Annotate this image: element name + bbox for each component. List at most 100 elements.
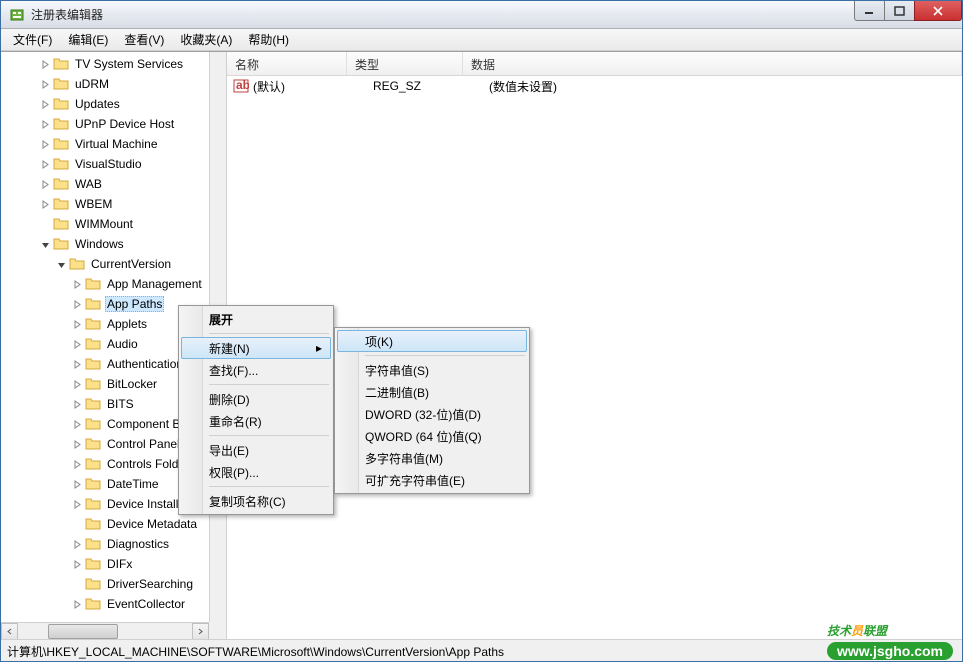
folder-icon [85, 596, 101, 612]
expand-icon[interactable] [39, 138, 51, 150]
menu-item[interactable]: 复制项名称(C) [181, 490, 331, 512]
tree-node[interactable]: TV System Services [1, 54, 226, 74]
expand-icon[interactable] [39, 78, 51, 90]
tree-node[interactable]: App Management [1, 274, 226, 294]
menu-item[interactable]: 权限(P)... [181, 461, 331, 483]
menu-file[interactable]: 文件(F) [5, 29, 60, 50]
expand-icon[interactable] [71, 558, 83, 570]
expand-icon[interactable] [39, 178, 51, 190]
menu-item[interactable]: 重命名(R) [181, 410, 331, 432]
folder-icon [85, 416, 101, 432]
folder-icon [53, 196, 69, 212]
scrollbar-corner [209, 622, 226, 639]
value-row[interactable]: ab(默认)REG_SZ(数值未设置) [227, 76, 962, 96]
expand-icon[interactable] [71, 438, 83, 450]
tree-node[interactable]: DriverSearching [1, 574, 226, 594]
tree-node[interactable]: UPnP Device Host [1, 114, 226, 134]
expand-icon[interactable] [71, 478, 83, 490]
collapse-icon[interactable] [55, 258, 67, 270]
menu-help[interactable]: 帮助(H) [240, 29, 297, 50]
submenu-arrow-icon: ▸ [316, 341, 322, 355]
expand-icon[interactable] [71, 398, 83, 410]
tree-node[interactable]: Virtual Machine [1, 134, 226, 154]
expand-icon[interactable] [71, 418, 83, 430]
menu-view[interactable]: 查看(V) [116, 29, 172, 50]
expand-icon[interactable] [71, 378, 83, 390]
header-name[interactable]: 名称 [227, 52, 347, 75]
expand-icon[interactable] [71, 458, 83, 470]
folder-icon [85, 296, 101, 312]
titlebar[interactable]: 注册表编辑器 [1, 1, 962, 29]
expand-icon[interactable] [39, 198, 51, 210]
menu-edit[interactable]: 编辑(E) [60, 29, 116, 50]
menu-separator [209, 384, 329, 385]
menu-item[interactable]: 新建(N)▸ [181, 337, 331, 359]
tree-node-label: Windows [73, 236, 126, 252]
scroll-thumb-horizontal[interactable] [48, 624, 118, 639]
tree-node-label: CurrentVersion [89, 256, 173, 272]
expand-icon[interactable] [39, 118, 51, 130]
scroll-right-button[interactable] [192, 623, 209, 640]
menu-item[interactable]: 二进制值(B) [337, 381, 527, 403]
folder-icon [85, 576, 101, 592]
menu-item[interactable]: 项(K) [337, 330, 527, 352]
svg-text:ab: ab [236, 78, 249, 92]
expand-icon[interactable] [71, 358, 83, 370]
expand-icon[interactable] [71, 298, 83, 310]
folder-icon [85, 456, 101, 472]
menu-item[interactable]: DWORD (32-位)值(D) [337, 403, 527, 425]
tree-node-label: App Paths [105, 296, 164, 312]
tree-node-label: Control Panel [105, 436, 182, 452]
expand-icon[interactable] [39, 58, 51, 70]
menu-item[interactable]: 查找(F)... [181, 359, 331, 381]
tree-node-label: App Management [105, 276, 204, 292]
tree-node[interactable]: CurrentVersion [1, 254, 226, 274]
expand-icon[interactable] [71, 278, 83, 290]
list-header: 名称 类型 数据 [227, 52, 962, 76]
expand-icon[interactable] [39, 98, 51, 110]
menu-item[interactable]: 可扩充字符串值(E) [337, 469, 527, 491]
expand-icon [39, 218, 51, 230]
menu-item[interactable]: 字符串值(S) [337, 359, 527, 381]
scroll-left-button[interactable] [1, 623, 18, 640]
tree-node[interactable]: VisualStudio [1, 154, 226, 174]
header-type[interactable]: 类型 [347, 52, 463, 75]
tree-node-label: Device Metadata [105, 516, 199, 532]
tree-node[interactable]: Updates [1, 94, 226, 114]
tree-node[interactable]: EventCollector [1, 594, 226, 614]
tree-node[interactable]: WAB [1, 174, 226, 194]
tree-node-label: UPnP Device Host [73, 116, 176, 132]
expand-icon[interactable] [71, 538, 83, 550]
tree-node[interactable]: Windows [1, 234, 226, 254]
collapse-icon[interactable] [39, 238, 51, 250]
tree-node-label: Diagnostics [105, 536, 171, 552]
header-data[interactable]: 数据 [463, 52, 962, 75]
string-value-icon: ab [233, 78, 249, 94]
menu-item[interactable]: 展开 [181, 308, 331, 330]
tree-scrollbar-horizontal[interactable] [1, 622, 209, 639]
folder-icon [85, 536, 101, 552]
menu-item[interactable]: 多字符串值(M) [337, 447, 527, 469]
tree-node[interactable]: Diagnostics [1, 534, 226, 554]
folder-icon [85, 356, 101, 372]
folder-icon [85, 436, 101, 452]
expand-icon[interactable] [39, 158, 51, 170]
expand-icon[interactable] [71, 498, 83, 510]
menu-item[interactable]: 导出(E) [181, 439, 331, 461]
tree-node[interactable]: WIMMount [1, 214, 226, 234]
minimize-button[interactable] [854, 1, 884, 21]
tree-node[interactable]: DIFx [1, 554, 226, 574]
menu-item[interactable]: QWORD (64 位)值(Q) [337, 425, 527, 447]
maximize-button[interactable] [884, 1, 914, 21]
expand-icon[interactable] [71, 318, 83, 330]
tree-node[interactable]: WBEM [1, 194, 226, 214]
tree-node[interactable]: Device Metadata [1, 514, 226, 534]
expand-icon[interactable] [71, 598, 83, 610]
tree-node-label: WIMMount [73, 216, 135, 232]
menubar: 文件(F) 编辑(E) 查看(V) 收藏夹(A) 帮助(H) [1, 29, 962, 51]
menu-item[interactable]: 删除(D) [181, 388, 331, 410]
close-button[interactable] [914, 1, 962, 21]
expand-icon[interactable] [71, 338, 83, 350]
menu-favorites[interactable]: 收藏夹(A) [172, 29, 240, 50]
tree-node[interactable]: uDRM [1, 74, 226, 94]
